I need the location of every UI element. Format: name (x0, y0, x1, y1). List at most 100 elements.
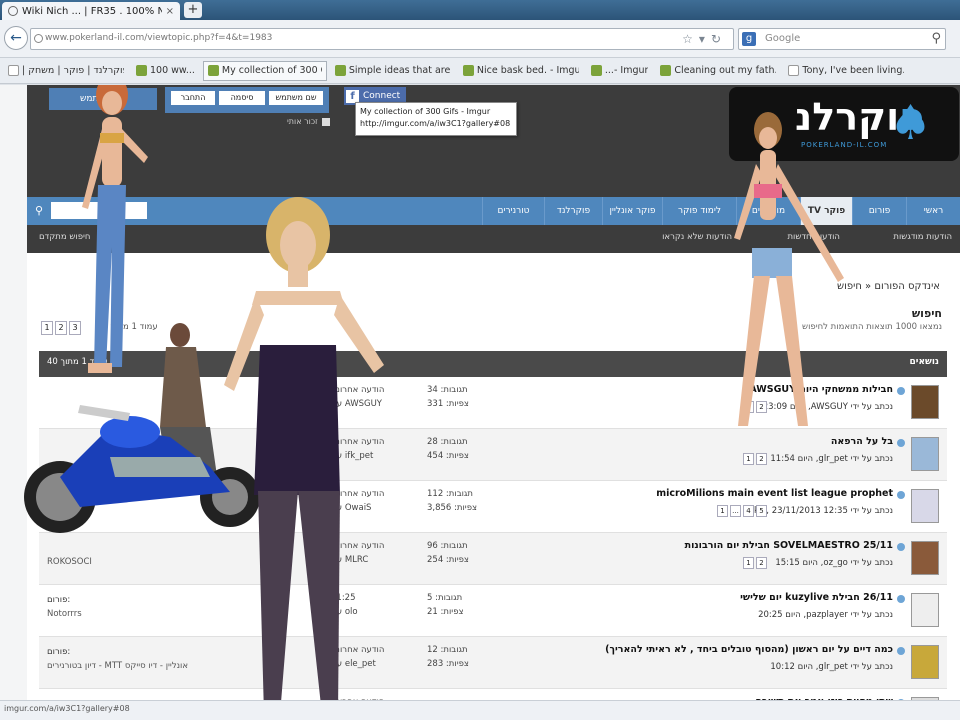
tab-title: Wiki Nich ... | FR35 . 100% Neat... (22, 5, 162, 17)
bookmark-label: ...- Imgur (604, 65, 649, 76)
thread-page-link[interactable]: 2 (756, 557, 767, 569)
thread-meta: נכתב על ידי glr_pet, היום 10:12 (770, 662, 893, 672)
nav-item[interactable]: פורום (852, 197, 906, 225)
link-tooltip: My collection of 300 Gifs - Imgur http:/… (355, 102, 517, 136)
url-actions[interactable]: ☆▾↻ (682, 32, 727, 46)
topic-status-icon (897, 647, 905, 655)
search-icon[interactable]: ⚲ (931, 31, 941, 46)
forum-label: פורום: (47, 647, 71, 657)
tab-active[interactable]: Wiki Nich ... | FR35 . 100% Neat... × (2, 2, 180, 20)
address-bar[interactable]: www.pokerland-il.com/viewtopic.php?f=4&t… (30, 28, 734, 50)
thread-meta: נכתב על ידי oz_go, היום 15:15 (775, 558, 893, 568)
avatar[interactable] (911, 489, 939, 523)
thread-page-link[interactable]: ... (730, 505, 741, 517)
thread-meta: נכתב על ידי glr_pet, היום 11:54 (770, 454, 893, 464)
thread-replies: תגובות: 5 (427, 593, 463, 603)
navigation-bar: ← www.pokerland-il.com/viewtopic.php?f=4… (0, 20, 960, 58)
avatar[interactable] (911, 541, 939, 575)
facebook-connect-label: Connect (363, 91, 401, 101)
thread-page-link[interactable]: 1 (743, 557, 754, 569)
bookmark-item[interactable]: Tony, I've been living... (784, 61, 908, 81)
nav-item[interactable]: פוקרלנד (544, 197, 602, 225)
login-button[interactable]: התחבר (171, 91, 215, 105)
thread-replies: תגובות: 12 (427, 645, 468, 655)
thread-page-link[interactable]: 1 (717, 505, 728, 517)
thread-pagination: 1... 4 5 (717, 505, 767, 517)
avatar[interactable] (911, 385, 939, 419)
reload-icon[interactable]: ↻ (711, 32, 727, 46)
star-icon[interactable]: ☆ (682, 32, 699, 46)
topic-status-icon (897, 439, 905, 447)
bookmark-label: 100 ww... (150, 65, 195, 76)
search-input[interactable]: Google (765, 33, 800, 44)
thread-pagination: 12 (743, 453, 767, 465)
tab-favicon-icon (8, 6, 18, 16)
avatar[interactable] (911, 645, 939, 679)
new-tab-button[interactable]: + (184, 2, 202, 18)
avatar[interactable] (911, 593, 939, 627)
bookmark-favicon-icon (462, 65, 474, 76)
thread-title[interactable]: microMilions main event list league prop… (656, 488, 893, 499)
bookmark-item[interactable]: Simple ideas that are b... (331, 61, 455, 81)
status-bar: imgur.com/a/iw3C1?gallery#08 (0, 700, 960, 720)
search-bar[interactable]: g Google ⚲ (738, 28, 946, 50)
thread-header-title: נושאים (909, 357, 939, 367)
thread-row[interactable]: שתו מסוית רוזו אמר את תשובההודעה אחרונה (39, 689, 947, 700)
bookmark-favicon-icon (136, 65, 147, 76)
bookmark-favicon-icon (788, 65, 800, 76)
thread-page-link[interactable]: 4 (743, 505, 754, 517)
tab-bar: Wiki Nich ... | FR35 . 100% Neat... × + (0, 0, 960, 20)
thread-pagination: 12 (743, 557, 767, 569)
thread-page-link[interactable]: 2 (756, 453, 767, 465)
bookmark-label: My collection of 300 G... (221, 65, 322, 76)
bookmark-favicon-icon (334, 65, 346, 76)
thread-page-link[interactable]: 5 (756, 505, 767, 517)
nav-item[interactable]: ראשי (906, 197, 960, 225)
thread-title[interactable]: כמה דיים על יום ראשון (מהסוף טובלים ביחד… (605, 644, 893, 655)
thread-row[interactable]: כמה דיים על יום ראשון (מהסוף טובלים ביחד… (39, 637, 947, 689)
topic-status-icon (897, 543, 905, 551)
bookmark-favicon-icon (8, 65, 19, 76)
bookmark-label: | פוקרלנד | פוקר | משחק (22, 65, 124, 76)
subnav-link[interactable]: הודעות מודגשות (893, 232, 952, 242)
thread-replies: תגובות: 112 (427, 489, 474, 499)
forum-name[interactable]: ROKOSOCI (47, 557, 92, 567)
remember-me[interactable]: זכור אותי (287, 117, 330, 126)
bookmark-item[interactable]: Nice bask bed. - Imgur (459, 61, 583, 81)
remember-me-checkbox[interactable] (321, 117, 330, 126)
thread-views: צפיות: 283 (427, 659, 469, 669)
back-button[interactable]: ← (4, 26, 28, 50)
bookmark-item[interactable]: Cleaning out my fath... (656, 61, 780, 81)
bookmark-item[interactable]: | פוקרלנד | פוקר | משחק (4, 61, 128, 81)
bookmark-item[interactable]: 100 ww... (132, 61, 199, 81)
nav-item[interactable]: טורנירים (482, 197, 544, 225)
avatar[interactable] (911, 437, 939, 471)
url-text: www.pokerland-il.com/viewtopic.php?f=4&t… (45, 33, 273, 43)
password-field[interactable]: סיסמה (219, 91, 265, 105)
bookmark-item[interactable]: ...- Imgur (587, 61, 653, 81)
search-icon[interactable]: ⚲ (31, 203, 47, 219)
forum-name[interactable]: דיון בטורנירים - MTT אונליין - דיו סייקס (47, 661, 188, 671)
thread-views: צפיות: 454 (427, 451, 469, 461)
thread-title[interactable]: SOVELMAESTRO 25/11 חבילת יום הורבונות (685, 540, 893, 551)
thread-page-link[interactable]: 1 (743, 453, 754, 465)
bookmark-label: Cleaning out my fath... (674, 65, 777, 76)
thread-meta: נכתב על ידי dkfs, 23/11/2013 12:35 (748, 506, 893, 516)
close-tab-icon[interactable]: × (166, 6, 174, 17)
nav-item[interactable]: פוקר אונליין (602, 197, 662, 225)
bookmark-favicon-icon (660, 65, 672, 76)
thread-views: צפיות: 21 (427, 607, 464, 617)
tooltip-title: My collection of 300 Gifs - Imgur (360, 107, 491, 116)
thread-row[interactable]: 26/11 חבילת kuzylive יום שלישי נכתב על יד… (39, 585, 947, 637)
dropdown-icon[interactable]: ▾ (699, 32, 711, 46)
topic-status-icon (897, 595, 905, 603)
forum-name[interactable]: Notorrrs (47, 609, 82, 619)
page-title: חיפוש (911, 307, 942, 320)
username-field[interactable]: שם משתמש (269, 91, 323, 105)
thread-title[interactable]: 26/11 חבילת kuzylive יום שלישי (740, 592, 893, 603)
dancer-figure-center (224, 197, 384, 700)
site-identity-icon[interactable] (34, 34, 43, 43)
bookmark-item[interactable]: My collection of 300 G... (202, 60, 327, 81)
google-icon[interactable]: g (742, 32, 756, 46)
remember-me-label: זכור אותי (287, 117, 318, 126)
